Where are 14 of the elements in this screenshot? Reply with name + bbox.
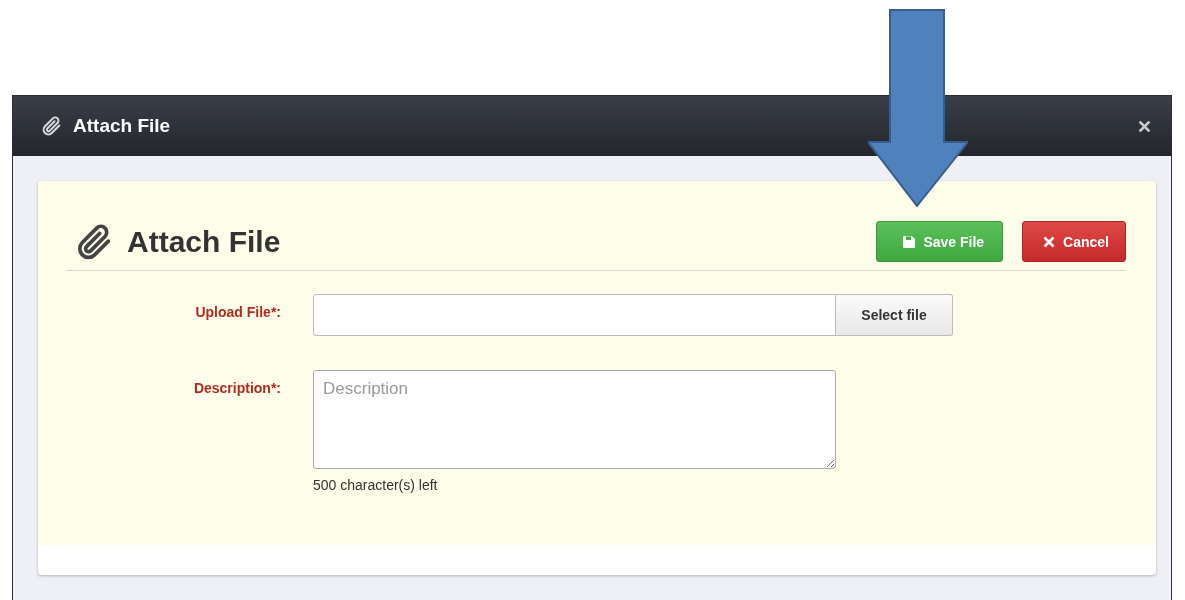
save-file-button[interactable]: Save File — [876, 221, 1004, 262]
close-button[interactable] — [1138, 119, 1151, 133]
field-label: Description*: — [192, 379, 281, 398]
close-icon — [1138, 119, 1151, 133]
select-file-button[interactable]: Select file — [836, 294, 953, 336]
cancel-button[interactable]: Cancel — [1022, 221, 1126, 262]
dialog-title: Attach File — [73, 115, 172, 137]
field-label: Upload File*: — [194, 303, 281, 322]
panel-heading: Attach File — [127, 224, 282, 259]
file-input-field[interactable] — [313, 294, 836, 336]
character-counter: 500 character(s) left — [313, 477, 438, 493]
x-icon — [1043, 235, 1056, 248]
description-field[interactable]: Description — [313, 370, 836, 469]
paperclip-icon — [41, 115, 63, 137]
